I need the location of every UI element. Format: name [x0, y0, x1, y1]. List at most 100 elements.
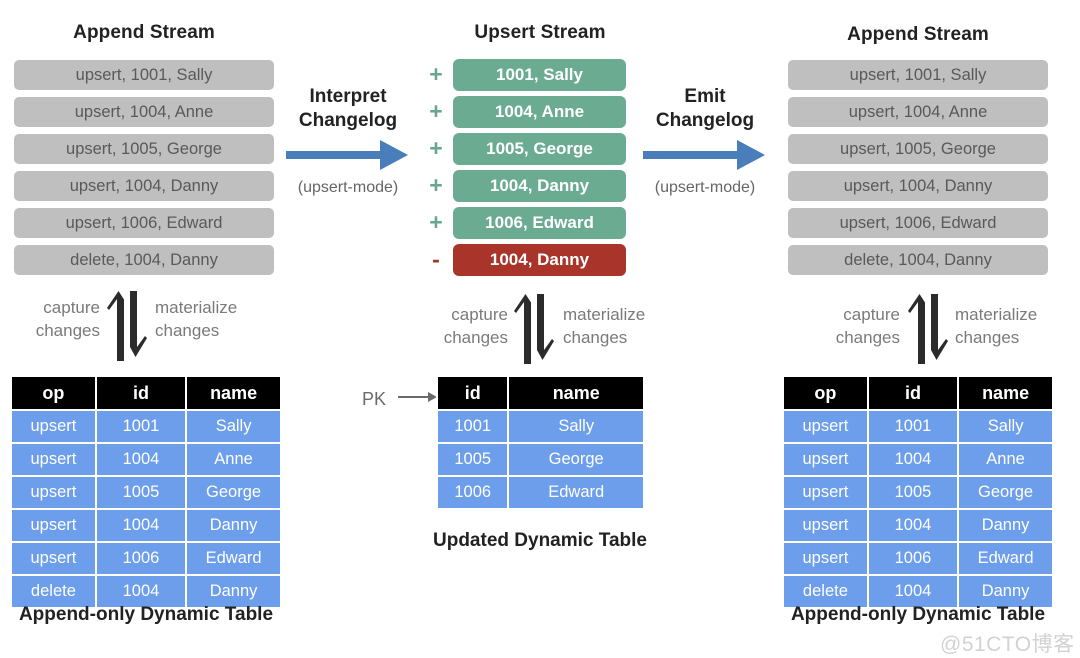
stream-pill: upsert, 1001, Sally	[14, 60, 274, 90]
column-header-id: id	[868, 377, 958, 409]
table-row: upsert 1006 Edward	[784, 543, 1052, 574]
upsert-row-box: 1001, Sally	[453, 59, 626, 91]
materialize-changes-label: materialize changes	[563, 305, 646, 347]
cell-name: George	[509, 444, 643, 475]
plus-sign-icon: +	[429, 98, 443, 124]
cell-id: 1004	[868, 510, 958, 541]
cell-name: Danny	[959, 576, 1052, 607]
interpret-changelog-flow: Interpret Changelog (upsert-mode)	[278, 85, 418, 199]
table-row: upsert 1005 George	[784, 477, 1052, 508]
bidirectional-arrows-icon	[512, 292, 556, 366]
plus-sign-icon: +	[429, 172, 443, 198]
column-header-id: id	[438, 377, 508, 409]
plus-sign-icon: +	[429, 209, 443, 235]
cell-id: 1004	[96, 510, 186, 541]
cell-id: 1001	[96, 411, 186, 442]
table-row: upsert 1005 George	[12, 477, 280, 508]
cell-op: upsert	[784, 543, 867, 574]
stream-pill: upsert, 1005, George	[14, 134, 274, 164]
right-arrow-icon	[278, 133, 418, 177]
table-row: 1005 George	[438, 444, 643, 475]
cell-name: Danny	[187, 510, 280, 541]
cell-op: upsert	[784, 477, 867, 508]
cell-id: 1005	[96, 477, 186, 508]
column-header-op: op	[12, 377, 95, 409]
cell-id: 1004	[868, 576, 958, 607]
cell-id: 1006	[96, 543, 186, 574]
plus-sign-icon: +	[429, 61, 443, 87]
flow-title-line1: Interpret	[309, 86, 387, 107]
table-row: upsert 1004 Danny	[784, 510, 1052, 541]
column-header-name: name	[959, 377, 1052, 409]
middle-stream-title: Upsert Stream	[474, 22, 606, 43]
cell-id: 1001	[868, 411, 958, 442]
diagram-canvas: Append Stream upsert, 1001, Sally upsert…	[0, 0, 1080, 658]
cell-id: 1001	[438, 411, 508, 442]
cell-name: Anne	[187, 444, 280, 475]
table-header-row: op id name	[784, 377, 1052, 409]
cell-name: Sally	[959, 411, 1052, 442]
table-row: upsert 1004 Anne	[784, 444, 1052, 475]
upsert-row-box: 1006, Edward	[453, 207, 626, 239]
table-row: upsert 1004 Anne	[12, 444, 280, 475]
cell-name: Danny	[959, 510, 1052, 541]
table-row: upsert 1006 Edward	[12, 543, 280, 574]
cell-op: upsert	[784, 411, 867, 442]
stream-pill: upsert, 1001, Sally	[788, 60, 1048, 90]
cell-op: upsert	[12, 477, 95, 508]
cell-op: upsert	[12, 510, 95, 541]
cell-op: delete	[784, 576, 867, 607]
right-stream-title: Append Stream	[847, 24, 989, 45]
cell-id: 1004	[96, 576, 186, 607]
flow-title-line1: Emit	[684, 86, 726, 107]
cell-op: upsert	[784, 444, 867, 475]
cell-id: 1005	[438, 444, 508, 475]
capture-changes-label: capture changes	[35, 298, 100, 340]
stream-pill: upsert, 1005, George	[788, 134, 1048, 164]
stream-pill: upsert, 1006, Edward	[14, 208, 274, 238]
upsert-row-box: 1004, Danny	[453, 244, 626, 276]
capture-changes-label: capture changes	[443, 305, 508, 347]
right-table-caption: Append-only Dynamic Table	[790, 604, 1046, 625]
emit-changelog-flow: Emit Changelog (upsert-mode)	[635, 85, 775, 199]
cell-id: 1006	[868, 543, 958, 574]
flow-title-line2: Changelog	[655, 110, 755, 131]
cell-name: Edward	[959, 543, 1052, 574]
minus-sign-icon: -	[432, 246, 440, 272]
cell-name: Sally	[187, 411, 280, 442]
capture-changes-label: capture changes	[835, 305, 900, 347]
materialize-changes-label: materialize changes	[155, 298, 238, 340]
column-header-op: op	[784, 377, 867, 409]
plus-sign-icon: +	[429, 135, 443, 161]
left-table-caption: Append-only Dynamic Table	[18, 604, 274, 625]
flow-subtitle: (upsert-mode)	[654, 179, 756, 196]
cell-id: 1006	[438, 477, 508, 508]
table-row: upsert 1001 Sally	[12, 411, 280, 442]
column-header-name: name	[187, 377, 280, 409]
cell-name: Anne	[959, 444, 1052, 475]
stream-pill: delete, 1004, Danny	[14, 245, 274, 275]
table-row: upsert 1004 Danny	[12, 510, 280, 541]
flow-title-line2: Changelog	[298, 110, 398, 131]
cell-op: upsert	[12, 444, 95, 475]
cell-id: 1004	[96, 444, 186, 475]
stream-pill: upsert, 1004, Danny	[788, 171, 1048, 201]
upsert-row-box: 1004, Anne	[453, 96, 626, 128]
upsert-row-box: 1004, Danny	[453, 170, 626, 202]
middle-table-caption: Updated Dynamic Table	[433, 530, 647, 551]
materialize-changes-label: materialize changes	[955, 305, 1038, 347]
flow-subtitle: (upsert-mode)	[297, 179, 399, 196]
middle-dynamic-table: id name 1001 Sally 1005 George 1006 Edward	[436, 375, 645, 510]
table-row: delete 1004 Danny	[12, 576, 280, 607]
cell-op: upsert	[784, 510, 867, 541]
cell-op: upsert	[12, 411, 95, 442]
cell-op: delete	[12, 576, 95, 607]
left-dynamic-table: op id name upsert 1001 Sally upsert 1004 Ann…	[10, 375, 282, 609]
watermark: @51CTO博客	[940, 633, 1075, 656]
cell-id: 1005	[868, 477, 958, 508]
stream-pill: upsert, 1004, Danny	[14, 171, 274, 201]
table-row: 1001 Sally	[438, 411, 643, 442]
bidirectional-arrows-icon	[105, 289, 149, 363]
stream-pill: upsert, 1004, Anne	[14, 97, 274, 127]
stream-pill: upsert, 1004, Anne	[788, 97, 1048, 127]
